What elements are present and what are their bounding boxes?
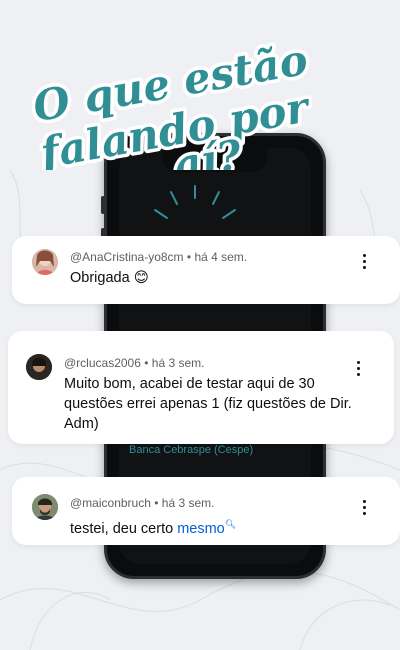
- more-vert-icon[interactable]: [352, 359, 366, 377]
- avatar[interactable]: [26, 354, 52, 380]
- comment-meta: @AnaCristina-yo8cm • há 4 sem.: [70, 250, 248, 264]
- more-vert-icon[interactable]: [358, 498, 372, 516]
- comment-time: há 3 sem.: [161, 496, 215, 510]
- avatar[interactable]: [32, 494, 58, 520]
- comment-text: Obrigada 😊: [70, 268, 149, 288]
- more-vert-icon[interactable]: [358, 252, 372, 270]
- comment-author[interactable]: @AnaCristina-yo8cm: [70, 250, 184, 264]
- comment-time: há 3 sem.: [151, 356, 205, 370]
- comment-meta: @rclucas2006 • há 3 sem.: [64, 356, 205, 370]
- smile-emoji-icon: 😊: [133, 270, 149, 286]
- comment-body: Obrigada: [70, 270, 130, 286]
- comment-author[interactable]: @maiconbruch: [70, 496, 151, 510]
- comment-body: testei, deu certo: [70, 520, 174, 537]
- comment-card: @rclucas2006 • há 3 sem. Muito bom, acab…: [8, 331, 394, 444]
- comment-author[interactable]: @rclucas2006: [64, 356, 141, 370]
- comment-card: @maiconbruch • há 3 sem. testei, deu cer…: [12, 477, 400, 545]
- search-suggestion-link[interactable]: mesmo: [177, 521, 225, 537]
- phone-caption: Banca Cebraspe (Cespe): [129, 444, 254, 456]
- comment-time: há 4 sem.: [194, 250, 248, 264]
- page-title: O que estão falando por aí?: [26, 31, 318, 170]
- phone-side-button: [101, 196, 105, 214]
- comment-card: @AnaCristina-yo8cm • há 4 sem. Obrigada …: [12, 236, 400, 304]
- avatar[interactable]: [32, 249, 58, 275]
- comment-text: testei, deu certo mesmo🔍︎: [70, 514, 236, 539]
- comment-body: Muito bom, acabei de testar aqui de 30 q…: [64, 376, 352, 432]
- comment-meta: @maiconbruch • há 3 sem.: [70, 496, 215, 510]
- search-icon[interactable]: 🔍︎: [225, 519, 236, 529]
